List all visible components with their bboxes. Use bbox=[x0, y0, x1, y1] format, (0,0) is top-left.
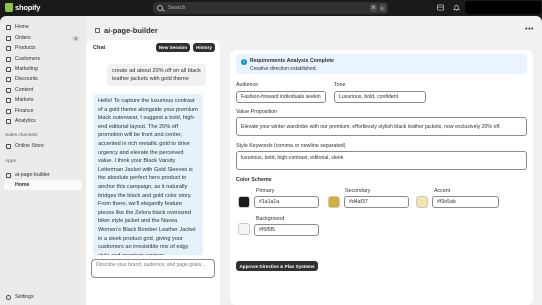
secondary-color-label: Secondary bbox=[345, 188, 371, 194]
sidebar-item-marketing[interactable]: Marketing bbox=[4, 64, 82, 74]
bell-icon[interactable] bbox=[453, 4, 460, 11]
history-button[interactable]: History bbox=[193, 43, 215, 52]
sidebar-item-ai-page-builder[interactable]: ai-page-builder bbox=[4, 170, 82, 180]
gear-icon bbox=[6, 294, 11, 300]
discounts-icon bbox=[6, 76, 11, 82]
customers-icon bbox=[6, 56, 11, 62]
value-proposition-label: Value Proposition bbox=[236, 109, 278, 115]
content-icon bbox=[6, 87, 11, 93]
sidebar-item-label: Customers bbox=[15, 56, 41, 62]
style-keywords-label: Style Keywords (comma or newline separat… bbox=[236, 143, 346, 149]
online-store-icon bbox=[6, 143, 11, 149]
sidebar-item-finance[interactable]: Finance bbox=[4, 106, 82, 116]
accent-color-label: Accent bbox=[434, 188, 451, 194]
markets-icon bbox=[6, 97, 11, 103]
marketing-icon bbox=[6, 66, 11, 72]
value-proposition-field[interactable]: Elevate your winter wardrobe with our pr… bbox=[236, 117, 527, 136]
orders-count-badge: 4 bbox=[72, 35, 79, 41]
new-session-button[interactable]: New Session bbox=[156, 43, 190, 52]
tone-field[interactable]: Luxurious, bold, confident bbox=[334, 91, 426, 103]
sidebar-item-markets[interactable]: Markets bbox=[4, 95, 82, 105]
chat-panel: Chat New Session History create ad about… bbox=[86, 40, 220, 305]
secondary-color-swatch[interactable] bbox=[328, 196, 340, 208]
more-actions-button[interactable]: ••• bbox=[525, 26, 534, 33]
background-color-swatch[interactable] bbox=[238, 223, 250, 235]
search-placeholder: Search bbox=[168, 5, 186, 11]
sidebar-item-products[interactable]: Products bbox=[4, 43, 82, 53]
store-switcher[interactable] bbox=[465, 1, 541, 14]
page-title-text: ai-page-builder bbox=[104, 26, 158, 35]
primary-color-label: Primary bbox=[256, 188, 275, 194]
sidebar-item-label: Content bbox=[15, 87, 34, 93]
primary-color-swatch[interactable] bbox=[238, 196, 250, 208]
sidebar-item-orders[interactable]: Orders 4 bbox=[4, 33, 82, 43]
sidebar: Home Orders 4 Products Customers Marketin… bbox=[0, 16, 86, 305]
sidebar-item-label: Products bbox=[15, 45, 36, 51]
search-bar[interactable]: Search ⌘ K bbox=[153, 2, 388, 14]
orders-icon bbox=[6, 35, 11, 41]
sidebar-item-home[interactable]: Home bbox=[4, 22, 82, 32]
sidebar-item-label: Online Store bbox=[15, 143, 44, 149]
chat-input[interactable]: Describe your brand, audience, and page … bbox=[91, 259, 215, 278]
sidebar-item-label: Orders bbox=[15, 35, 31, 41]
sidebar-item-analytics[interactable]: Analytics bbox=[4, 116, 82, 126]
sidebar-item-label: Settings bbox=[15, 294, 34, 300]
status-banner: i Requirements Analysis Complete Creativ… bbox=[236, 54, 527, 74]
info-icon: i bbox=[241, 59, 247, 65]
sales-channels-heading[interactable]: Sales channels bbox=[5, 133, 38, 138]
sidebar-item-customers[interactable]: Customers bbox=[4, 54, 82, 64]
top-bar: shopify Search ⌘ K bbox=[0, 0, 542, 16]
assistant-message: Hello! To capture the luxurious contrast… bbox=[93, 94, 203, 255]
sidebar-item-online-store[interactable]: Online Store bbox=[4, 141, 82, 151]
main-content: ai-page-builder ••• Chat New Session His… bbox=[86, 16, 542, 305]
sidebar-item-content[interactable]: Content bbox=[4, 85, 82, 95]
shopify-logo[interactable]: shopify bbox=[5, 3, 40, 12]
color-scheme-heading: Color Scheme bbox=[236, 177, 272, 183]
app-icon bbox=[95, 28, 100, 33]
products-icon bbox=[6, 45, 11, 51]
banner-title: Requirements Analysis Complete bbox=[250, 58, 334, 64]
approve-directive-button[interactable]: Approve Directive & Plan Systems bbox=[236, 261, 318, 271]
secondary-color-field[interactable]: #d4af37 bbox=[344, 196, 409, 208]
user-message: create ad about 20% off on all black lea… bbox=[107, 64, 206, 86]
search-icon bbox=[157, 5, 163, 11]
sidebar-item-discounts[interactable]: Discounts bbox=[4, 74, 82, 84]
banner-subtitle: Creative direction established. bbox=[250, 66, 317, 72]
sidebar-item-settings[interactable]: Settings bbox=[4, 292, 82, 302]
style-keywords-field[interactable]: luxurious, bold, high-contrast, editoria… bbox=[236, 151, 527, 170]
sidebar-item-label: Marketing bbox=[15, 66, 38, 72]
store-icon[interactable] bbox=[437, 4, 444, 11]
background-color-field[interactable]: #f5f5f5 bbox=[254, 224, 319, 236]
sidebar-item-label: Discounts bbox=[15, 76, 38, 82]
accent-color-field[interactable]: #f3e5ab bbox=[432, 196, 499, 208]
sidebar-item-label: Analytics bbox=[15, 118, 36, 124]
analysis-card: i Requirements Analysis Complete Creativ… bbox=[230, 50, 533, 305]
app-icon bbox=[6, 172, 11, 178]
brand-name: shopify bbox=[15, 3, 41, 12]
primary-color-field[interactable]: #1a1a1a bbox=[254, 196, 319, 208]
sidebar-item-app-home[interactable]: Home bbox=[4, 180, 82, 190]
home-icon bbox=[6, 24, 11, 30]
accent-color-swatch[interactable] bbox=[416, 196, 428, 208]
analytics-icon bbox=[6, 118, 11, 124]
audience-field[interactable]: Fashion-forward individuals seekin bbox=[236, 91, 326, 103]
page-title: ai-page-builder bbox=[95, 26, 158, 35]
sidebar-item-label: ai-page-builder bbox=[15, 172, 50, 178]
background-color-label: Background bbox=[256, 216, 285, 222]
sidebar-item-label: Markets bbox=[15, 97, 34, 103]
sidebar-item-label: Home bbox=[15, 182, 30, 188]
shortcut-k-key: K bbox=[379, 4, 386, 12]
apps-heading[interactable]: Apps bbox=[5, 159, 16, 164]
chat-messages[interactable]: create ad about 20% off on all black lea… bbox=[86, 56, 220, 255]
sidebar-item-label: Finance bbox=[15, 108, 34, 114]
shopify-bag-icon bbox=[5, 3, 13, 12]
shortcut-cmd-key: ⌘ bbox=[370, 4, 377, 12]
tone-label: Tone bbox=[334, 82, 346, 88]
chat-title: Chat bbox=[93, 45, 106, 51]
sidebar-item-label: Home bbox=[15, 24, 29, 30]
audience-label: Audience bbox=[236, 82, 259, 88]
finance-icon bbox=[6, 108, 11, 114]
